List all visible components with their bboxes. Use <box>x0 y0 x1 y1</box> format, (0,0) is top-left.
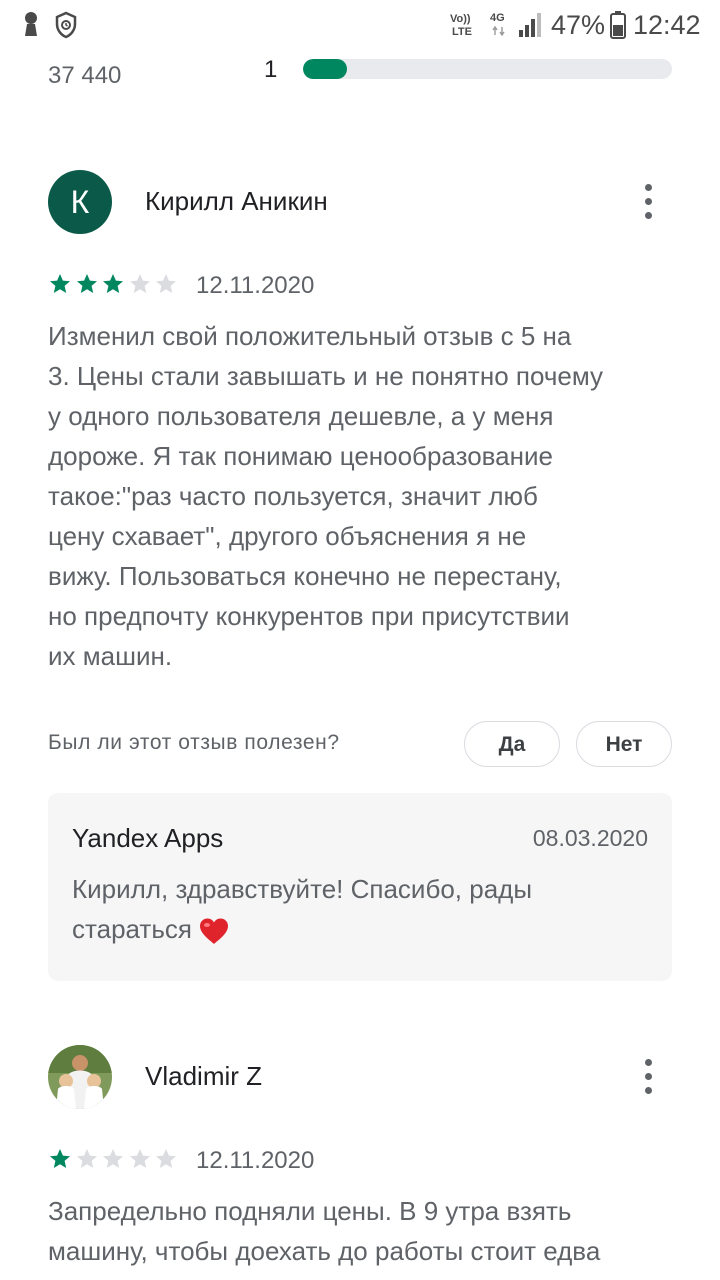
reply-author: Yandex Apps <box>72 823 224 853</box>
review-author: Vladimir Z <box>145 1061 263 1091</box>
reply-text: Кирилл, здравствуйте! Спасибо, рады стар… <box>72 869 642 949</box>
review-text: Запредельно подняли цены. В 9 утра взять… <box>48 1196 601 1266</box>
avatar <box>48 1045 112 1109</box>
more-vert-icon[interactable] <box>636 182 660 222</box>
signal-icon <box>519 13 541 37</box>
helpful-yes-button[interactable]: Да <box>464 721 560 767</box>
review-stars <box>48 272 183 296</box>
clock: 12:42 <box>633 10 701 40</box>
review-author: Кирилл Аникин <box>145 186 328 216</box>
heart-icon <box>199 918 228 945</box>
lte-label: LTE <box>452 26 472 38</box>
star-icon <box>156 1149 176 1168</box>
star-icon <box>76 274 97 293</box>
star-icon <box>50 274 70 293</box>
star-icon <box>103 274 123 293</box>
star-icon <box>76 1149 97 1168</box>
network-type-label: 4G <box>490 12 505 24</box>
reply-text-content: Кирилл, здравствуйте! Спасибо, рады стар… <box>72 874 533 944</box>
status-bar: Vo)) LTE 4G 47% 12:42 <box>0 0 720 50</box>
battery-icon <box>610 11 626 39</box>
person-icon <box>25 12 37 36</box>
rating-bar-label: 1 <box>264 56 278 83</box>
rating-bar-track <box>303 59 672 79</box>
star-icon <box>50 1149 70 1168</box>
rating-bar-fill <box>303 59 348 79</box>
total-ratings-count: 37 440 <box>48 62 122 89</box>
review-text: Изменил свой положительный отзыв с 5 на … <box>48 321 604 671</box>
review-date: 12.11.2020 <box>196 272 315 299</box>
developer-reply: Yandex Apps 08.03.2020 Кирилл, здравству… <box>48 793 672 981</box>
helpful-question: Был ли этот отзыв полезен? <box>48 731 340 754</box>
volte-label: Vo)) <box>450 13 471 25</box>
star-icon <box>103 1149 123 1168</box>
shield-icon <box>55 11 77 39</box>
avatar: К <box>48 170 112 234</box>
more-vert-icon[interactable] <box>636 1057 660 1097</box>
data-arrows-icon <box>492 26 505 36</box>
star-icon <box>129 1149 150 1168</box>
helpful-no-button[interactable]: Нет <box>576 721 672 767</box>
star-icon <box>156 274 176 293</box>
review-date: 12.11.2020 <box>196 1147 315 1174</box>
star-icon <box>129 274 150 293</box>
reply-date: 08.03.2020 <box>532 825 648 851</box>
battery-percent: 47% <box>551 10 606 40</box>
review-stars <box>48 1147 183 1171</box>
